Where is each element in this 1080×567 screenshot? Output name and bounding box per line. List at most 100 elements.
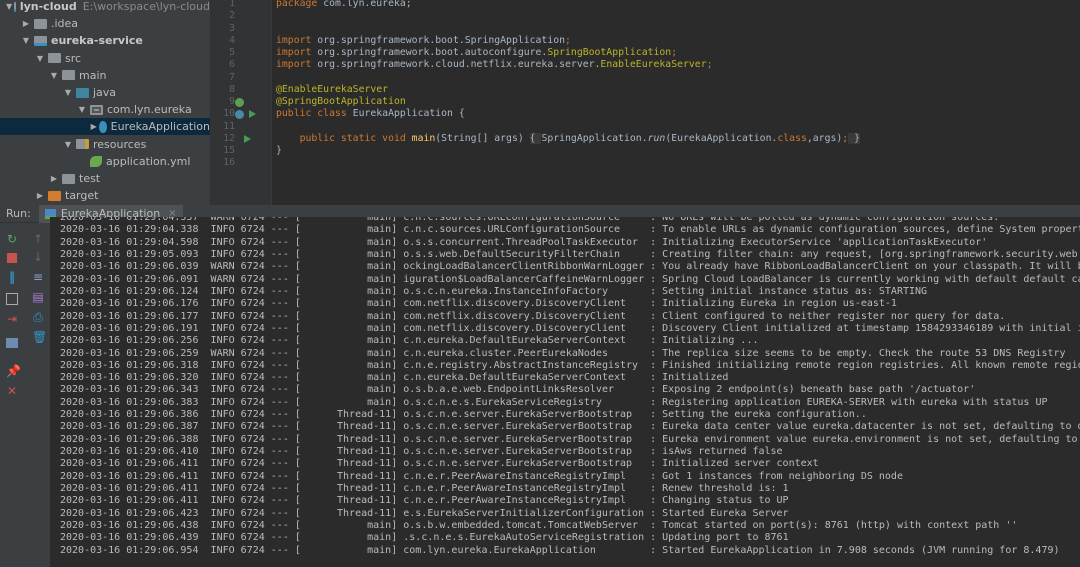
log-logger: o.s.c.n.e.s.EurekaServiceRegistry : [403, 396, 663, 408]
code-text: @SpringBootApplication [276, 96, 406, 108]
chevron-down-icon[interactable]: ▼ [6, 2, 12, 11]
chevron-down-icon[interactable]: ▼ [62, 88, 74, 97]
log-logger-value: ockingLoadBalancerClientRibbonWarnLogger [403, 261, 645, 273]
up-arrow-icon[interactable]: ↑ [32, 233, 44, 245]
log-logger-value: com.lyn.eureka.EurekaApplication [403, 544, 596, 556]
log-timestamp-value: 2020-03-16 01:29:04.598 [60, 236, 199, 248]
log-message: The replica size seems to be empty. Chec… [662, 348, 1065, 359]
log-pid-value: 6724 [240, 396, 265, 408]
log-pid-value: 6724 [240, 433, 265, 445]
print-icon[interactable]: ⎙ [32, 311, 44, 323]
log-line: 2020-03-16 01:29:06.318 INFO 6724 --- [ … [60, 360, 1080, 372]
tree-item[interactable]: ▼ src [0, 50, 210, 67]
exit-icon[interactable]: ⇥ [6, 313, 18, 325]
console-output[interactable]: 2020-03-16 01:29:04.337 WARN 6724 --- [ … [50, 217, 1080, 567]
code-token: @EnableEurekaServer [276, 83, 389, 95]
log-thread: main] [367, 372, 404, 384]
tree-item[interactable]: ▶ target [0, 187, 210, 204]
line-number: 11 [223, 120, 235, 132]
pin-icon[interactable]: 📌 [6, 365, 21, 377]
log-message: Finished initializing remote region regi… [662, 360, 1080, 371]
log-level-value: INFO [210, 285, 235, 297]
log-thread: main] [367, 285, 404, 297]
log-timestamp-value: 2020-03-16 01:29:06.387 [60, 421, 199, 433]
tree-item[interactable]: ▶ test [0, 170, 210, 187]
log-message: Initialized [662, 372, 728, 383]
tree-item[interactable]: ▶ .idea [0, 15, 210, 32]
chevron-right-icon[interactable]: ▶ [90, 122, 97, 131]
dump-threads-icon[interactable] [6, 293, 18, 305]
log-level: INFO [205, 323, 241, 334]
log-logger-value: .s.c.n.e.s.EurekaAutoServiceRegistration [403, 532, 645, 544]
clear-all-icon[interactable]: 🗑 [32, 331, 47, 343]
log-pid: 6724 --- [ [240, 384, 301, 396]
code-line: 2 [211, 10, 1080, 22]
close-icon[interactable]: ✕ [6, 385, 18, 397]
chevron-down-icon[interactable]: ▼ [62, 140, 74, 149]
chevron-down-icon[interactable]: ▼ [48, 71, 60, 80]
log-timestamp: 2020-03-16 01:29:06.411 [60, 471, 205, 482]
tree-item-label: src [65, 51, 82, 65]
chevron-down-icon[interactable]: ▼ [34, 54, 46, 63]
log-line: 2020-03-16 01:29:06.386 INFO 6724 --- [ … [60, 409, 867, 421]
line-number: 2 [229, 10, 235, 22]
log-message: Tomcat started on port(s): 8761 (http) w… [662, 520, 1017, 531]
code-token: org.springframework.cloud.netflix.eureka… [317, 59, 601, 71]
folder-icon [62, 173, 75, 184]
log-pid: 6724 --- [ [240, 544, 301, 556]
log-message-value: Initializing ... [662, 335, 759, 347]
scroll-to-end-icon[interactable]: ▤ [32, 291, 44, 303]
log-level-value: INFO [210, 470, 235, 482]
code-token: { [529, 132, 542, 144]
code-line: 10 public class EurekaApplication { [211, 108, 1080, 120]
tree-item[interactable]: ▼ eureka-service [0, 32, 210, 49]
log-level: WARN [205, 348, 241, 359]
code-token: ; [706, 59, 713, 71]
log-level: INFO [205, 520, 241, 531]
log-logger: c.n.e.r.PeerAwareInstanceRegistryImpl : [403, 483, 663, 495]
log-message-value: Client configured to neither register no… [662, 310, 1006, 322]
log-level: INFO [205, 409, 241, 420]
tree-item[interactable]: ▼ main [0, 67, 210, 84]
log-message: Registering application EUREKA-SERVER wi… [662, 397, 1047, 408]
log-message: Initializing ExecutorService 'applicatio… [662, 237, 987, 248]
tree-item[interactable]: application.yml [0, 153, 210, 170]
log-pid-value: 6724 [240, 261, 265, 273]
tree-item[interactable]: ▼ lyn-cloud E:\workspace\lyn-cloud [0, 0, 210, 15]
log-timestamp: 2020-03-16 01:29:06.091 [60, 274, 205, 285]
chevron-down-icon[interactable]: ▼ [76, 105, 88, 114]
code-line: 5 import org.springframework.boot.autocon… [211, 47, 1080, 59]
log-timestamp-value: 2020-03-16 01:29:06.439 [60, 532, 199, 544]
layout-icon[interactable] [6, 338, 18, 348]
log-message-value: Finished initializing remote region regi… [662, 359, 1080, 371]
tree-item[interactable]: ▶ EurekaApplication [0, 118, 210, 136]
log-level-value: INFO [210, 384, 235, 396]
log-pid-value: 6724 [240, 458, 265, 470]
stop-icon[interactable] [7, 253, 17, 263]
log-timestamp: 2020-03-16 01:29:06.318 [60, 360, 205, 371]
chevron-right-icon[interactable]: ▶ [34, 191, 46, 200]
down-arrow-icon[interactable]: ↓ [32, 251, 44, 263]
chevron-right-icon[interactable]: ▶ [20, 19, 32, 28]
log-message: Spring Cloud LoadBalancer is currently w… [662, 274, 1080, 285]
log-timestamp: 2020-03-16 01:29:06.343 [60, 384, 205, 395]
chevron-down-icon[interactable]: ▼ [20, 36, 32, 45]
line-number: 7 [229, 71, 235, 83]
log-logger: o.s.c.n.e.server.EurekaServerBootstrap : [403, 446, 663, 458]
log-pid-value: 6724 [240, 248, 265, 260]
log-message: isAws returned false [662, 446, 782, 457]
log-thread: Thread-11] [337, 483, 404, 495]
pause-icon[interactable]: ‖ [6, 271, 18, 283]
log-level: INFO [205, 483, 241, 494]
tree-item[interactable]: ▼ resources [0, 136, 210, 153]
tree-item[interactable]: ▼ java [0, 84, 210, 101]
soft-wrap-icon[interactable]: ≡ [32, 271, 44, 283]
log-line: 2020-03-16 01:29:06.256 INFO 6724 --- [ … [60, 335, 758, 347]
rerun-icon[interactable]: ↻ [6, 233, 18, 245]
log-pid: 6724 --- [ [240, 310, 301, 322]
chevron-right-icon[interactable]: ▶ [48, 174, 60, 183]
folder-orange-icon [48, 190, 61, 201]
line-number: 3 [229, 22, 235, 34]
tree-item[interactable]: ▼ com.lyn.eureka [0, 101, 210, 118]
code-editor[interactable]: 1 package com.lyn.eureka; 2 3 4 import org.sp… [210, 0, 1080, 205]
